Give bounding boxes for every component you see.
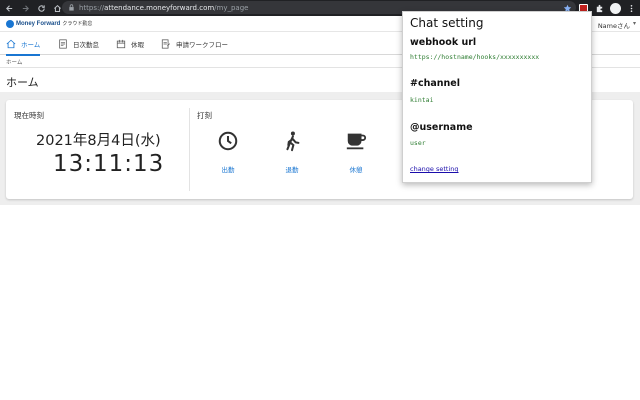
tab-daily-attendance-label: 日次勤怠 bbox=[73, 41, 99, 49]
tab-daily-attendance[interactable]: 日次勤怠 bbox=[58, 33, 99, 55]
current-time: 13:11:13 bbox=[53, 151, 165, 177]
home-icon bbox=[6, 39, 16, 49]
username-label: @username bbox=[410, 122, 473, 133]
chat-setting-popup: Chat setting webhook url https://hostnam… bbox=[402, 11, 592, 183]
change-setting-link[interactable]: change setting bbox=[410, 165, 459, 173]
popup-title: Chat setting bbox=[410, 16, 484, 30]
username-value: user bbox=[410, 139, 426, 147]
back-icon[interactable] bbox=[2, 1, 16, 15]
tab-leave[interactable]: 休暇 bbox=[116, 33, 144, 55]
current-time-label: 現在時刻 bbox=[14, 111, 44, 120]
extensions-puzzle-icon[interactable] bbox=[592, 1, 606, 15]
url-path: /my_page bbox=[214, 3, 249, 12]
tab-home-label: ホーム bbox=[21, 41, 41, 49]
calendar-icon bbox=[116, 39, 126, 49]
url-text: https://attendance.moneyforward.com/my_p… bbox=[79, 4, 248, 12]
divider bbox=[189, 108, 190, 191]
reload-icon[interactable] bbox=[34, 1, 48, 15]
url-scheme: https:// bbox=[79, 3, 105, 12]
punch-label: 打刻 bbox=[197, 111, 212, 120]
logo-mark-icon bbox=[6, 19, 14, 28]
workflow-icon bbox=[161, 39, 170, 49]
channel-label: #channel bbox=[410, 78, 460, 89]
daily-attendance-icon bbox=[59, 39, 67, 49]
chevron-down-icon[interactable]: ▾ bbox=[633, 20, 636, 27]
clock-out-label: 退勤 bbox=[285, 166, 299, 174]
webhook-url-value: https://hostname/hooks/xxxxxxxxxx bbox=[410, 53, 540, 61]
url-host: attendance.moneyforward.com bbox=[104, 3, 215, 12]
profile-avatar[interactable] bbox=[608, 1, 622, 15]
logo-subtitle: クラウド勤怠 bbox=[62, 21, 93, 27]
clock-icon bbox=[218, 131, 238, 151]
clock-in-label: 出勤 bbox=[221, 166, 235, 174]
tab-home[interactable]: ホーム bbox=[6, 33, 41, 56]
break-button[interactable]: 休憩 bbox=[336, 130, 376, 174]
user-menu[interactable]: Nameさん bbox=[598, 20, 630, 30]
clock-out-button[interactable]: 退勤 bbox=[272, 130, 312, 174]
browser-menu-icon[interactable] bbox=[624, 1, 638, 15]
break-label: 休憩 bbox=[349, 166, 363, 174]
tab-workflow-label: 申請ワークフロー bbox=[176, 41, 228, 49]
tab-workflow[interactable]: 申請ワークフロー bbox=[161, 33, 228, 55]
clock-in-button[interactable]: 出勤 bbox=[208, 130, 248, 174]
tab-leave-label: 休暇 bbox=[131, 41, 144, 49]
channel-value: kintai bbox=[410, 96, 434, 104]
breadcrumb[interactable]: ホーム bbox=[6, 58, 22, 66]
webhook-url-label: webhook url bbox=[410, 37, 477, 48]
coffee-icon bbox=[346, 133, 367, 150]
walking-icon bbox=[286, 131, 300, 152]
logo-text: Money Forward bbox=[16, 20, 61, 27]
page-title: ホーム bbox=[6, 76, 39, 89]
forward-icon[interactable] bbox=[18, 1, 32, 15]
lock-icon bbox=[69, 4, 74, 11]
current-date: 2021年8月4日(水) bbox=[36, 133, 161, 149]
app-logo[interactable]: Money Forward クラウド勤怠 bbox=[6, 19, 93, 28]
